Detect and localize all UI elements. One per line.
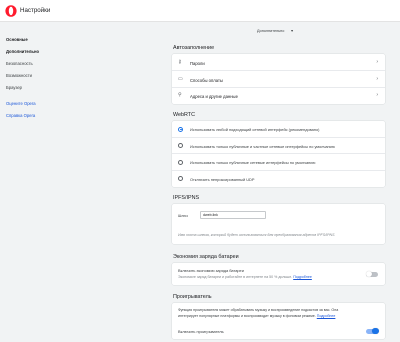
sidebar-item-advanced[interactable]: Дополнительно xyxy=(6,49,39,54)
dropdown-label: Дополнительно xyxy=(257,29,285,33)
webrtc-title: WebRTC xyxy=(173,112,195,118)
battery-description-text: Экономьте заряд батареи и работайте в ин… xyxy=(178,275,293,279)
section-dropdown[interactable]: Дополнительно ▼ xyxy=(257,29,294,33)
toggle-knob xyxy=(365,270,373,278)
autofill-item-addresses[interactable]: ⚲ Адреса и другие данные › xyxy=(172,88,385,104)
radio-button[interactable] xyxy=(178,126,183,132)
credit-card-icon: ▭ xyxy=(178,75,183,82)
battery-title: Экономия заряда батареи xyxy=(173,254,239,260)
autofill-card: ⚷ Пароли › ▭ Способы оплаты › ⚲ Адреса и… xyxy=(172,54,385,104)
battery-toggle-label: Включить экономию заряда батареи xyxy=(178,268,244,273)
chevron-right-icon: › xyxy=(376,92,378,98)
player-description-line1: Функция проигрывателя может обрабатывать… xyxy=(178,308,339,312)
player-description-line2: интегрирует популярные платформы и воспр… xyxy=(178,314,335,318)
webrtc-option-label: Использовать любой подходящий сетевой ин… xyxy=(190,127,320,133)
autofill-item-label: Адреса и другие данные xyxy=(190,94,238,99)
chevron-down-icon: ▼ xyxy=(290,29,294,33)
webrtc-option-label: Использовать только публичные сетевые ин… xyxy=(190,160,316,166)
opera-logo-icon xyxy=(5,5,17,17)
webrtc-card: Использовать любой подходящий сетевой ин… xyxy=(172,121,385,187)
player-card: Функция проигрывателя может обрабатывать… xyxy=(172,303,385,339)
webrtc-option[interactable]: Использовать только публичные сетевые ин… xyxy=(172,154,385,171)
key-icon: ⚷ xyxy=(178,58,182,65)
sidebar-item-features[interactable]: Возможности xyxy=(6,73,32,78)
player-toggle[interactable] xyxy=(366,327,379,335)
webrtc-option[interactable]: Использовать только публичные и частные … xyxy=(172,138,385,154)
location-pin-icon: ⚲ xyxy=(178,92,182,98)
autofill-item-label: Способы оплаты xyxy=(190,77,223,83)
webrtc-option-label: Отключить непроксированный UDP xyxy=(190,176,255,182)
battery-description: Экономьте заряд батареи и работайте в ин… xyxy=(178,275,312,279)
page-title: Настройки xyxy=(20,7,51,14)
toggle-knob xyxy=(371,327,379,335)
opera-help-link[interactable]: Справка Opera xyxy=(6,113,35,118)
autofill-item-label: Пароли xyxy=(190,60,205,66)
title-bar: Настройки xyxy=(0,0,400,22)
player-more-link[interactable]: Подробнее xyxy=(317,314,336,318)
sidebar-item-security[interactable]: Безопасность xyxy=(6,61,33,66)
sidebar-item-browser[interactable]: Браузер xyxy=(6,85,22,90)
player-title: Проигрыватель xyxy=(173,294,212,300)
gateway-label: Шлюз xyxy=(178,214,188,218)
radio-button[interactable] xyxy=(178,176,183,182)
gateway-input[interactable] xyxy=(200,211,266,219)
gateway-hint: Имя хоста шлюза, который будет использов… xyxy=(178,233,335,237)
webrtc-option[interactable]: Отключить непроксированный UDP xyxy=(172,171,385,188)
battery-toggle[interactable] xyxy=(365,270,378,278)
sidebar-item-basic[interactable]: Основные xyxy=(6,37,28,42)
chevron-right-icon: › xyxy=(376,75,378,82)
ipfs-card: Шлюз Имя хоста шлюза, который будет испо… xyxy=(172,204,385,244)
player-toggle-label: Включить проигрыватель xyxy=(178,329,224,334)
rate-opera-link[interactable]: Оцените Opera xyxy=(6,101,36,106)
webrtc-option[interactable]: Использовать любой подходящий сетевой ин… xyxy=(172,121,385,138)
chevron-right-icon: › xyxy=(376,58,378,65)
battery-more-link[interactable]: Подробнее xyxy=(293,275,312,279)
autofill-item-passwords[interactable]: ⚷ Пароли › xyxy=(172,54,385,71)
battery-card: Включить экономию заряда батареи Экономь… xyxy=(172,263,385,285)
ipfs-title: IPFS/IPNS xyxy=(173,195,200,201)
sidebar: Основные Дополнительно Безопасность Возм… xyxy=(0,22,150,342)
webrtc-option-label: Использовать только публичные и частные … xyxy=(190,143,335,149)
player-description-text: интегрирует популярные платформы и воспр… xyxy=(178,314,316,318)
radio-button[interactable] xyxy=(178,143,183,149)
autofill-title: Автозаполнение xyxy=(173,45,215,51)
autofill-item-payment[interactable]: ▭ Способы оплаты › xyxy=(172,71,385,88)
radio-button[interactable] xyxy=(178,159,183,165)
